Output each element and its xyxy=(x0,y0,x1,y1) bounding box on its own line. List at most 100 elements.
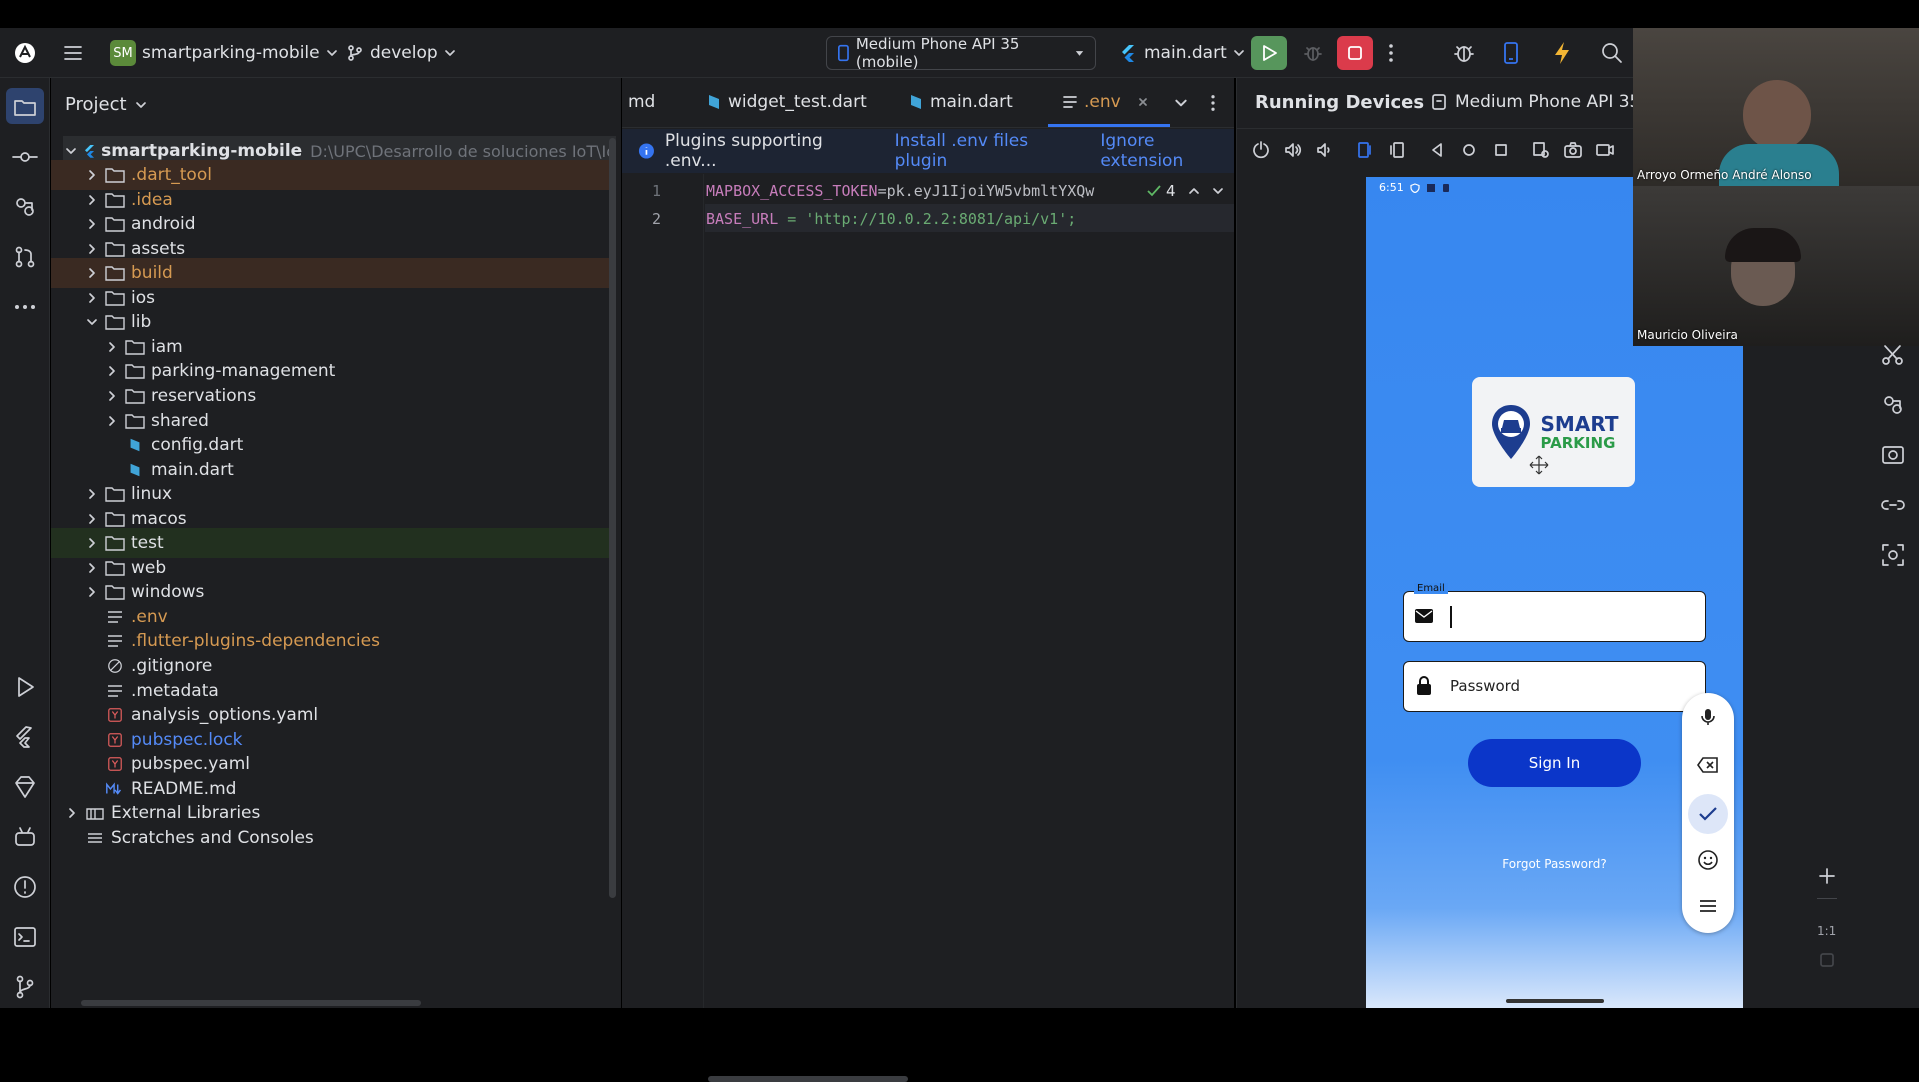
chevron-right-icon[interactable] xyxy=(83,562,101,574)
volume-up-icon[interactable] xyxy=(1283,140,1303,160)
password-field[interactable]: Password xyxy=(1403,661,1706,712)
device-selector[interactable]: Medium Phone API 35 (mobile) xyxy=(826,35,1096,71)
chevron-right-icon[interactable] xyxy=(83,243,101,255)
chevron-right-icon[interactable] xyxy=(83,218,101,230)
tree-scrollbar[interactable] xyxy=(609,138,616,898)
chevron-right-icon[interactable] xyxy=(63,807,81,819)
plugin-icon[interactable] xyxy=(12,194,38,220)
flutter-inspector-icon[interactable] xyxy=(12,724,38,750)
main-toolbar: SM smartparking-mobile develop Medium Ph… xyxy=(0,28,1919,78)
line-number: 2 xyxy=(652,210,662,228)
chevron-right-icon[interactable] xyxy=(83,292,101,304)
android-icon[interactable] xyxy=(12,824,38,850)
emoji-icon[interactable] xyxy=(1697,849,1719,871)
commit-icon[interactable] xyxy=(12,144,38,170)
scissors-icon[interactable] xyxy=(1880,342,1906,368)
rotate-left-icon[interactable] xyxy=(1355,140,1375,160)
camera-icon[interactable] xyxy=(1563,140,1583,160)
app-logo-icon[interactable] xyxy=(14,36,36,70)
chevron-down-icon[interactable] xyxy=(83,316,101,328)
record-icon[interactable] xyxy=(1595,140,1615,160)
tab-env[interactable]: .env xyxy=(1062,92,1149,112)
chevron-down-icon xyxy=(1233,50,1244,56)
home-icon[interactable] xyxy=(1459,140,1479,160)
stop-button[interactable] xyxy=(1337,36,1373,70)
search-icon[interactable] xyxy=(1600,36,1624,70)
chevron-right-icon[interactable] xyxy=(103,390,121,402)
sign-in-button[interactable]: Sign In xyxy=(1468,739,1641,787)
tool-window-bar xyxy=(0,78,50,1008)
power-icon[interactable] xyxy=(1251,140,1271,160)
text-file-icon xyxy=(108,611,122,623)
gesture-bar[interactable] xyxy=(1506,999,1604,1003)
snapshot-icon[interactable] xyxy=(1531,140,1551,160)
folder-icon[interactable] xyxy=(12,94,38,120)
banner-text: Plugins supporting .env... xyxy=(664,131,823,171)
project-panel-header[interactable]: Project xyxy=(65,94,147,115)
tree-item[interactable]: Scratches and Consoles xyxy=(51,823,616,853)
fit-screen-icon[interactable] xyxy=(1819,952,1835,968)
device-manager-icon[interactable] xyxy=(1880,392,1906,418)
chevron-right-icon[interactable] xyxy=(83,586,101,598)
branch-selector[interactable]: develop xyxy=(346,36,456,70)
run-tool-icon[interactable] xyxy=(12,674,38,700)
git-icon[interactable] xyxy=(12,974,38,1000)
backspace-icon[interactable] xyxy=(1696,755,1720,775)
chevron-right-icon[interactable] xyxy=(103,341,121,353)
editor-hscrollbar[interactable] xyxy=(708,1076,908,1082)
run-config-selector[interactable]: main.dart xyxy=(1118,36,1245,70)
install-plugin-link[interactable]: Install .env files plugin xyxy=(895,131,1075,171)
tree-hscrollbar[interactable] xyxy=(81,1000,421,1006)
tree-item-label: .env xyxy=(131,606,168,627)
hot-reload-icon[interactable] xyxy=(1552,36,1572,70)
screenshot-icon[interactable] xyxy=(1880,442,1906,468)
device-tab[interactable]: Medium Phone API 35 xyxy=(1431,92,1640,112)
gem-icon[interactable] xyxy=(12,774,38,800)
tree-item-label: parking-management xyxy=(151,361,336,382)
inspection-widget[interactable]: 4 xyxy=(1146,178,1234,204)
chevron-right-icon[interactable] xyxy=(83,194,101,206)
more-actions-icon[interactable] xyxy=(1388,36,1394,70)
chevron-right-icon[interactable] xyxy=(103,365,121,377)
back-icon[interactable] xyxy=(1427,140,1447,160)
rotate-right-icon[interactable] xyxy=(1387,140,1407,160)
more-tools-icon[interactable] xyxy=(12,294,38,320)
debug-button[interactable] xyxy=(1300,36,1326,70)
tab-readme[interactable]: md xyxy=(628,92,655,112)
problems-icon[interactable] xyxy=(12,874,38,900)
link-icon[interactable] xyxy=(1880,492,1906,518)
chevron-down-icon[interactable] xyxy=(1174,96,1188,110)
confirm-button[interactable] xyxy=(1688,794,1728,834)
device-name: Medium Phone API 35 (mobile) xyxy=(855,35,1020,71)
project-selector[interactable]: SM smartparking-mobile xyxy=(110,36,338,70)
chevron-right-icon[interactable] xyxy=(103,415,121,427)
chevron-right-icon[interactable] xyxy=(83,169,101,181)
chevron-right-icon[interactable] xyxy=(83,267,101,279)
chevron-right-icon[interactable] xyxy=(83,513,101,525)
chevron-right-icon[interactable] xyxy=(83,488,101,500)
overview-icon[interactable] xyxy=(1491,140,1511,160)
volume-down-icon[interactable] xyxy=(1315,140,1335,160)
tab-widget-test[interactable]: widget_test.dart xyxy=(706,92,867,112)
zoom-level[interactable]: 1:1 xyxy=(1817,924,1836,938)
pull-request-icon[interactable] xyxy=(12,244,38,270)
layout-inspector-icon[interactable] xyxy=(1880,542,1906,568)
mic-icon[interactable] xyxy=(1698,707,1718,727)
more-tabs-icon[interactable] xyxy=(1210,94,1216,112)
device-mirror-icon[interactable] xyxy=(1500,36,1522,70)
code-editor[interactable]: 1 2 MAPBOX_ACCESS_TOKEN=pk.eyJ1IjoiYW5vb… xyxy=(622,174,1234,1082)
project-panel-title: Project xyxy=(65,94,127,115)
settings-bug-icon[interactable] xyxy=(1452,36,1476,70)
email-field[interactable]: Email xyxy=(1403,583,1706,642)
main-menu-icon[interactable] xyxy=(62,36,84,70)
zoom-out-icon[interactable] xyxy=(1817,898,1837,899)
tab-main-dart[interactable]: main.dart xyxy=(908,92,1013,112)
chevron-right-icon[interactable] xyxy=(83,537,101,549)
ignore-extension-link[interactable]: Ignore extension xyxy=(1100,131,1234,171)
folder-icon xyxy=(105,511,125,527)
run-button[interactable] xyxy=(1251,36,1287,70)
zoom-in-icon[interactable] xyxy=(1817,866,1837,886)
plugin-banner: Plugins supporting .env... Install .env … xyxy=(622,129,1234,173)
terminal-icon[interactable] xyxy=(12,924,38,950)
menu-lines-icon[interactable] xyxy=(1697,897,1719,915)
